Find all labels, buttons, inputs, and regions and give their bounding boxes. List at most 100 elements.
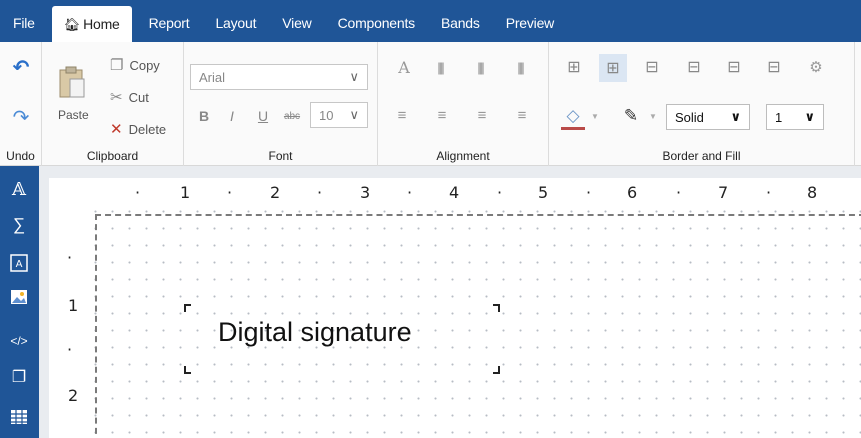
menu-preview[interactable]: Preview [493,0,567,42]
component-toolbox: 𝔸 ∑ A </> ❐ [0,166,39,438]
paste-clipboard-svg [59,66,85,98]
menu-home-label: Home [83,16,120,32]
chevron-down-icon: ∨ [730,109,741,124]
italic-button[interactable]: I [224,104,240,128]
line-style-select[interactable]: Solid ∨ [666,104,750,130]
line-color-dropdown-icon[interactable]: ▼ [647,106,659,126]
font-group: Arial ∨ B I U abc 10 ∨ Font [184,42,378,166]
delete-button[interactable]: ✕ Delete [110,120,166,138]
delete-icon: ✕ [110,121,123,138]
ruler-mark: 7 [718,183,729,202]
border-bottom-icon[interactable]: ⊟ [763,56,785,78]
copy-icon: ❐ [110,57,124,74]
line-color-icon[interactable]: ✎ [617,102,645,130]
strikethrough-button[interactable]: abc [280,104,304,128]
line-width-value: 1 [775,109,783,125]
fill-color-icon[interactable]: ◇ [559,102,587,130]
ruler-mark: 6 [627,183,638,202]
text-icon[interactable]: 𝔸 [6,176,32,202]
ruler-mark: 3 [360,183,371,202]
fill-color-dropdown-icon[interactable]: ▼ [589,106,601,126]
align-left-icon[interactable]: ≡ [392,104,412,126]
align-justify-icon[interactable]: ≡ [512,104,532,126]
menu-components[interactable]: Components [325,0,428,42]
ruler-mark: 2 [270,183,281,202]
font-size-value: 10 [319,107,334,123]
sum-icon[interactable]: ∑ [6,212,32,238]
font-group-label: Font [268,149,293,163]
undo-icon[interactable]: ↶ [8,54,34,80]
undo-group: ↶ ↷ Undo [0,42,42,166]
border-settings-icon[interactable]: ⚙ [805,56,827,78]
text-field-svg: A [10,254,28,272]
redo-icon[interactable]: ↷ [8,104,34,130]
bold-button[interactable]: B [194,104,214,128]
border-right-icon[interactable]: ⊟ [723,56,745,78]
ruler-mark: · [317,183,323,202]
selection-corner [184,366,191,374]
border-fill-group-label: Border and Fill [662,149,741,163]
font-name-value: Arial [199,69,226,85]
alignment-group: A |||| |||| |||| ≡ ≡ ≡ ≡ Alignment [378,42,549,166]
home-icon: 🏠︎ [63,17,81,32]
vertical-ruler: · 1 · 2 [49,208,93,438]
border-all-icon[interactable]: ⊞ [563,56,585,78]
clipboard-group-label: Clipboard [86,149,139,163]
ruler-mark: 1 [68,296,79,315]
ruler-mark: · [586,183,592,202]
menu-report[interactable]: Report [136,0,203,42]
horizontal-ruler: · 1 · 2 · 3 · 4 · 5 · 6 · 7 · 8 [49,178,861,208]
menu-layout[interactable]: Layout [202,0,269,42]
copy-button[interactable]: ❐ Copy [110,56,160,74]
cut-icon: ✂ [110,89,123,106]
ruler-mark: · [766,183,772,202]
ruler-mark: · [227,183,233,202]
align-right-icon[interactable]: ≡ [472,104,492,126]
menu-file[interactable]: File [0,0,48,42]
html-icon[interactable]: </> [6,328,32,354]
ruler-mark: · [135,183,141,202]
fill-color-swatch [561,127,585,130]
copy-page-icon[interactable]: ❐ [6,364,32,390]
digital-signature-text: Digital signature [218,317,412,347]
ribbon: ↶ ↷ Undo Paste ❐ Copy ✂ Cut ✕ Delete Clipbo… [0,42,861,166]
menu-view[interactable]: View [269,0,324,42]
justify-top-icon[interactable]: |||| [430,56,450,78]
line-width-select[interactable]: 1 ∨ [766,104,824,130]
align-center-icon[interactable]: ≡ [432,104,452,126]
picture-icon[interactable] [6,284,32,310]
font-style-icon[interactable]: A [394,56,414,78]
copy-label: Copy [129,57,160,73]
line-style-value: Solid [675,109,704,125]
chevron-down-icon: ∨ [349,69,359,84]
cut-button[interactable]: ✂ Cut [110,88,149,106]
font-name-select[interactable]: Arial ∨ [190,64,368,90]
chevron-down-icon: ∨ [804,109,815,124]
svg-text:A: A [16,259,23,270]
paste-icon[interactable] [57,64,87,100]
text-field-icon[interactable]: A [6,250,32,276]
ruler-mark: 5 [538,183,549,202]
justify-center-vertical-icon[interactable]: |||| [470,56,490,78]
paint-bucket-icon: ◇ [566,106,580,125]
justify-bottom-icon[interactable]: |||| [510,56,530,78]
table-icon[interactable] [6,404,32,430]
alignment-group-label: Alignment [436,149,490,163]
chevron-down-icon: ∨ [349,107,359,122]
underline-button[interactable]: U [254,104,272,128]
paste-label: Paste [58,108,89,122]
table-svg [11,410,27,424]
ruler-mark: · [67,340,73,359]
menu-home[interactable]: 🏠︎ Home [51,6,132,42]
paste-button[interactable]: Paste [58,108,89,122]
ruler-mark: · [67,248,73,267]
selection-corner [493,304,500,312]
selection-corner [184,304,191,312]
border-left-icon[interactable]: ⊟ [641,56,663,78]
delete-label: Delete [128,121,167,137]
border-top-icon[interactable]: ⊟ [683,56,705,78]
font-size-select[interactable]: 10 ∨ [310,102,368,128]
border-inner-icon[interactable]: ⊞ [599,54,627,82]
cut-label: Cut [128,89,149,105]
menu-bands[interactable]: Bands [428,0,493,42]
